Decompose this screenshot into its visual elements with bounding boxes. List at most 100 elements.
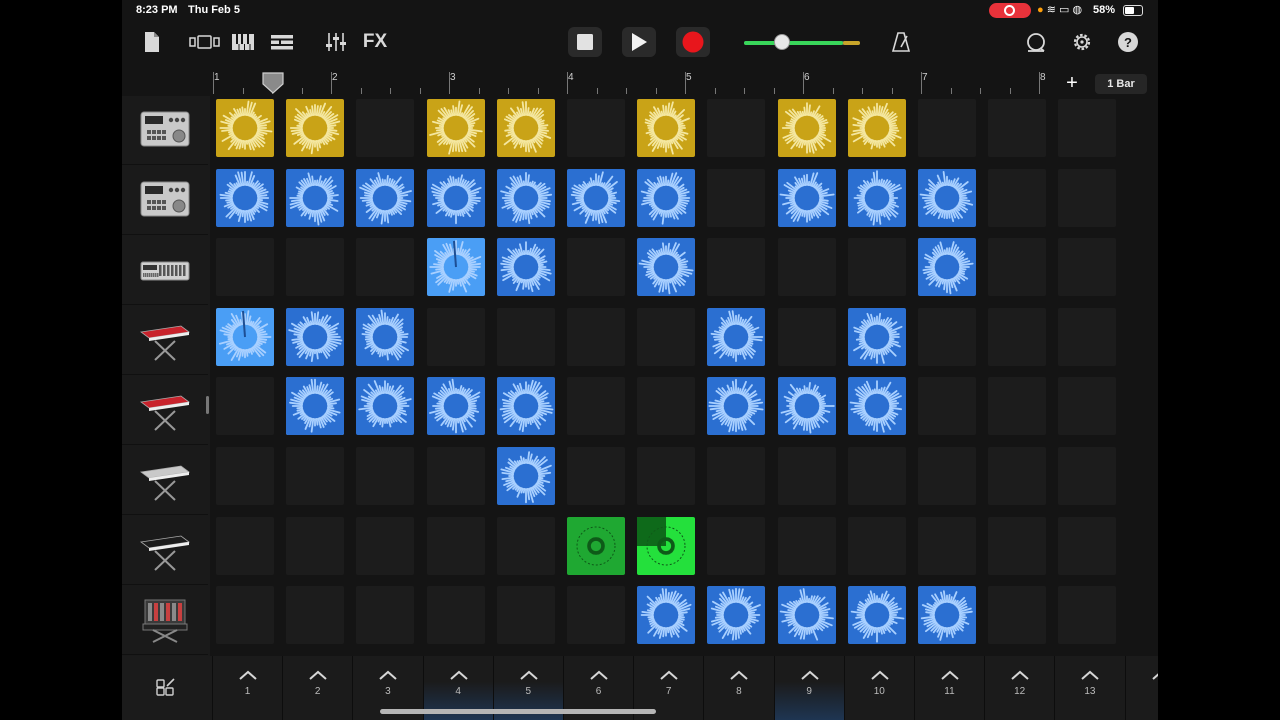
audio-loop-cell[interactable] bbox=[847, 586, 906, 645]
empty-cell[interactable] bbox=[918, 307, 976, 366]
audio-loop-cell[interactable] bbox=[356, 377, 415, 436]
empty-cell[interactable] bbox=[777, 238, 836, 297]
track-header-resize-handle[interactable] bbox=[206, 396, 209, 414]
home-indicator[interactable] bbox=[380, 709, 656, 714]
empty-cell[interactable] bbox=[707, 168, 766, 227]
scene-trigger-12[interactable]: 12 bbox=[984, 656, 1054, 720]
empty-cell[interactable] bbox=[847, 238, 906, 297]
audio-loop-cell[interactable] bbox=[286, 307, 345, 366]
audio-loop-cell[interactable] bbox=[777, 168, 836, 227]
empty-cell[interactable] bbox=[216, 447, 274, 505]
track-header-6[interactable] bbox=[122, 446, 208, 515]
empty-cell[interactable] bbox=[847, 516, 906, 575]
empty-cell[interactable] bbox=[777, 516, 836, 575]
audio-loop-cell[interactable] bbox=[777, 586, 836, 645]
audio-loop-cell[interactable] bbox=[496, 447, 555, 505]
empty-cell[interactable] bbox=[1058, 238, 1117, 297]
mixer-button[interactable] bbox=[321, 28, 351, 56]
empty-cell[interactable] bbox=[286, 586, 345, 645]
empty-cell[interactable] bbox=[216, 586, 274, 645]
empty-cell[interactable] bbox=[356, 99, 415, 157]
audio-loop-cell[interactable] bbox=[496, 377, 555, 436]
track-header-3[interactable] bbox=[122, 236, 208, 305]
empty-cell[interactable] bbox=[777, 307, 836, 366]
empty-cell[interactable] bbox=[286, 516, 345, 575]
audio-loop-cell[interactable] bbox=[356, 307, 415, 366]
audio-loop-cell[interactable] bbox=[637, 168, 696, 227]
stop-button[interactable] bbox=[568, 27, 602, 57]
drum-loop-cell[interactable] bbox=[637, 99, 696, 157]
empty-cell[interactable] bbox=[356, 586, 415, 645]
drum-loop-cell[interactable] bbox=[847, 99, 906, 157]
master-volume-slider[interactable] bbox=[744, 34, 860, 50]
drum-loop-cell[interactable] bbox=[496, 99, 555, 157]
screen-recording-indicator[interactable] bbox=[989, 3, 1031, 18]
track-header-1[interactable] bbox=[122, 96, 208, 165]
empty-cell[interactable] bbox=[707, 99, 766, 157]
empty-cell[interactable] bbox=[1058, 586, 1117, 645]
empty-cell[interactable] bbox=[637, 377, 696, 436]
settings-button[interactable] bbox=[1067, 28, 1097, 56]
audio-loop-cell[interactable] bbox=[216, 168, 274, 227]
audio-loop-cell[interactable] bbox=[707, 307, 766, 366]
audio-loop-cell[interactable] bbox=[286, 377, 345, 436]
drum-loop-cell[interactable] bbox=[426, 99, 485, 157]
empty-cell[interactable] bbox=[1058, 516, 1117, 575]
midi-loop-cell[interactable] bbox=[637, 516, 696, 575]
empty-cell[interactable] bbox=[426, 516, 485, 575]
empty-cell[interactable] bbox=[496, 586, 555, 645]
tracks-view-button[interactable] bbox=[267, 28, 297, 56]
track-header-2[interactable] bbox=[122, 166, 208, 235]
empty-cell[interactable] bbox=[1058, 377, 1117, 436]
track-header-7[interactable] bbox=[122, 516, 208, 585]
empty-cell[interactable] bbox=[707, 447, 766, 505]
audio-loop-cell[interactable] bbox=[847, 377, 906, 436]
empty-cell[interactable] bbox=[1058, 168, 1117, 227]
empty-cell[interactable] bbox=[426, 586, 485, 645]
empty-cell[interactable] bbox=[707, 516, 766, 575]
audio-loop-cell[interactable] bbox=[847, 168, 906, 227]
empty-cell[interactable] bbox=[988, 516, 1047, 575]
empty-cell[interactable] bbox=[426, 447, 485, 505]
metronome-button[interactable] bbox=[886, 28, 916, 56]
scene-trigger-11[interactable]: 11 bbox=[914, 656, 984, 720]
empty-cell[interactable] bbox=[286, 447, 345, 505]
play-button[interactable] bbox=[622, 27, 656, 57]
bar-length-button[interactable]: 1 Bar bbox=[1095, 74, 1147, 94]
empty-cell[interactable] bbox=[286, 238, 345, 297]
empty-cell[interactable] bbox=[988, 307, 1047, 366]
audio-loop-cell[interactable] bbox=[356, 168, 415, 227]
empty-cell[interactable] bbox=[1058, 307, 1117, 366]
scene-trigger-13[interactable]: 13 bbox=[1054, 656, 1124, 720]
empty-cell[interactable] bbox=[567, 99, 625, 157]
fx-button[interactable]: FX bbox=[360, 28, 390, 56]
audio-loop-cell[interactable] bbox=[918, 168, 976, 227]
midi-loop-cell[interactable] bbox=[567, 516, 625, 575]
scene-trigger-9[interactable]: 9 bbox=[773, 656, 844, 720]
drum-loop-cell[interactable] bbox=[216, 99, 274, 157]
track-header-4[interactable] bbox=[122, 306, 208, 375]
empty-cell[interactable] bbox=[988, 447, 1047, 505]
empty-cell[interactable] bbox=[777, 447, 836, 505]
add-section-button[interactable]: + bbox=[1060, 72, 1084, 94]
empty-cell[interactable] bbox=[847, 447, 906, 505]
track-header-5[interactable] bbox=[122, 376, 208, 445]
empty-cell[interactable] bbox=[988, 586, 1047, 645]
empty-cell[interactable] bbox=[216, 238, 274, 297]
empty-cell[interactable] bbox=[567, 377, 625, 436]
audio-loop-cell[interactable] bbox=[216, 307, 274, 366]
empty-cell[interactable] bbox=[1058, 447, 1117, 505]
audio-loop-cell[interactable] bbox=[496, 238, 555, 297]
scene-trigger-8[interactable]: 8 bbox=[703, 656, 773, 720]
audio-loop-cell[interactable] bbox=[707, 377, 766, 436]
drum-loop-cell[interactable] bbox=[286, 99, 345, 157]
loop-browser-button[interactable] bbox=[1021, 28, 1051, 56]
scene-trigger-2[interactable]: 2 bbox=[282, 656, 352, 720]
audio-loop-cell[interactable] bbox=[918, 238, 976, 297]
empty-cell[interactable] bbox=[216, 516, 274, 575]
my-songs-button[interactable] bbox=[137, 28, 167, 56]
empty-cell[interactable] bbox=[216, 377, 274, 436]
empty-cell[interactable] bbox=[988, 168, 1047, 227]
empty-cell[interactable] bbox=[356, 238, 415, 297]
empty-cell[interactable] bbox=[988, 377, 1047, 436]
